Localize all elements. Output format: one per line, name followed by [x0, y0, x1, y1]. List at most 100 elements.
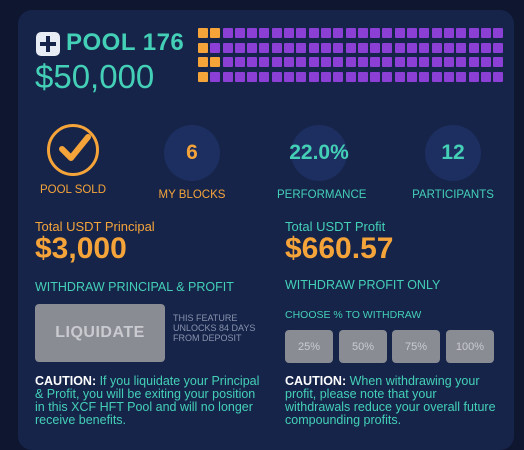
pool-block: [296, 28, 307, 38]
pool-block: [333, 57, 344, 67]
choose-percent-label: CHOOSE % TO WITHDRAW: [285, 309, 422, 321]
pool-block: [345, 28, 356, 38]
withdraw-25-button[interactable]: 25%: [285, 330, 333, 363]
pool-block: [320, 71, 331, 82]
withdraw-100-button[interactable]: 100%: [446, 330, 494, 363]
withdraw-profit-link[interactable]: WITHDRAW PROFIT ONLY: [285, 278, 440, 292]
pool-block: [333, 71, 344, 82]
stat-value: 22.0%: [289, 141, 349, 164]
pool-block: [407, 42, 418, 53]
pool-block: [493, 57, 504, 67]
pool-block: [394, 57, 405, 67]
pool-block: [222, 42, 233, 53]
pool-block: [394, 71, 405, 82]
stat-label: MY BLOCKS: [158, 189, 226, 201]
pool-block: [222, 71, 233, 82]
liquidate-button[interactable]: LIQUIDATE: [35, 304, 165, 362]
pool-block: [345, 42, 356, 53]
pool-block: [308, 57, 319, 67]
stat-label: PERFORMANCE: [277, 189, 367, 201]
pool-block: [271, 42, 282, 53]
pool-block: [284, 57, 295, 67]
pool-block: [480, 28, 491, 38]
pool-name: POOL 176: [66, 29, 185, 56]
pool-block: [407, 28, 418, 38]
pool-block: [456, 71, 467, 82]
pool-block: [468, 28, 479, 38]
pool-block: [370, 57, 381, 67]
pool-block: [210, 28, 221, 38]
pool-block: [357, 42, 368, 53]
pool-block: [284, 71, 295, 82]
pool-block: [320, 42, 331, 53]
check-icon: [47, 124, 99, 176]
pool-block: [234, 28, 245, 38]
pool-block: [234, 57, 245, 67]
pool-block: [357, 57, 368, 67]
pool-block: [443, 57, 454, 67]
pool-block: [259, 71, 270, 82]
pool-block: [394, 28, 405, 38]
pool-block: [382, 57, 393, 67]
pool-block: [357, 28, 368, 38]
withdraw-principal-link[interactable]: WITHDRAW PRINCIPAL & PROFIT: [35, 280, 234, 294]
pool-block: [198, 57, 208, 67]
pool-block: [296, 71, 307, 82]
pool-block: [419, 71, 430, 82]
pool-block: [419, 28, 430, 38]
stat-performance: 22.0% PERFORMANCE: [277, 125, 367, 201]
pool-block: [419, 42, 430, 53]
pool-block: [431, 71, 442, 82]
pool-block: [431, 57, 442, 67]
withdraw-75-button[interactable]: 75%: [392, 330, 440, 363]
pool-block: [210, 42, 221, 53]
pool-block: [296, 42, 307, 53]
pool-block: [308, 42, 319, 53]
pool-block: [493, 42, 504, 53]
pool-block: [308, 28, 319, 38]
pool-block: [247, 57, 258, 67]
pool-block: [419, 57, 430, 67]
pool-block: [247, 71, 258, 82]
pool-block: [407, 71, 418, 82]
plus-icon: [36, 32, 60, 56]
pool-block: [234, 71, 245, 82]
pool-block: [284, 42, 295, 53]
pool-block: [284, 28, 295, 38]
pool-block: [493, 71, 504, 82]
withdraw-50-button[interactable]: 50%: [339, 330, 387, 363]
block-grid: [198, 28, 504, 103]
pool-block: [198, 71, 208, 82]
pool-block: [370, 42, 381, 53]
pool-block: [382, 42, 393, 53]
pool-block: [357, 71, 368, 82]
pool-block: [480, 57, 491, 67]
pool-block: [468, 42, 479, 53]
pool-block: [320, 28, 331, 38]
pool-block: [443, 71, 454, 82]
pool-block: [247, 28, 258, 38]
stat-circle: 6: [164, 125, 220, 181]
caution-label: CAUTION:: [35, 374, 97, 388]
stat-circle: 12: [425, 125, 481, 181]
profit-caution: CAUTION: When withdrawing your profit, p…: [285, 375, 500, 427]
pool-block: [370, 28, 381, 38]
pool-block: [198, 28, 208, 38]
pool-block: [259, 57, 270, 67]
pool-block: [456, 42, 467, 53]
pool-block: [296, 57, 307, 67]
pool-block: [382, 71, 393, 82]
pool-block: [480, 42, 491, 53]
pool-block: [394, 42, 405, 53]
profit-amount: $660.57: [285, 232, 394, 265]
pool-block: [259, 28, 270, 38]
pool-block: [333, 42, 344, 53]
pool-block: [431, 42, 442, 53]
pool-block: [271, 71, 282, 82]
pool-block: [271, 57, 282, 67]
pool-block: [308, 71, 319, 82]
pool-block: [431, 28, 442, 38]
pool-block: [468, 57, 479, 67]
pool-block: [271, 28, 282, 38]
pool-block: [234, 42, 245, 53]
